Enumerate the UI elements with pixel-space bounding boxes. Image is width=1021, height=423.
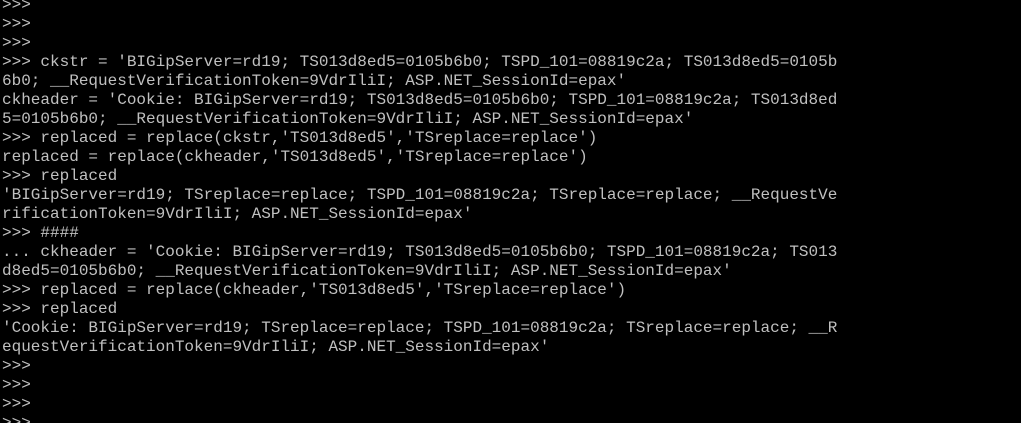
console-line: 'Cookie: BIGipServer=rd19; TSreplace=rep… (2, 319, 838, 337)
console-line: 'BIGipServer=rd19; TSreplace=replace; TS… (2, 186, 838, 204)
console-line: >>> (2, 395, 31, 413)
prompt-label: >>> (2, 414, 41, 423)
console-line: >>> (2, 34, 31, 52)
console-line: >>> (2, 376, 31, 394)
console-line: equestVerificationToken=9VdrIliI; ASP.NE… (2, 338, 550, 356)
terminal-window[interactable]: >>> >>> >>> >>> ckstr = 'BIGipServer=rd1… (0, 0, 1021, 423)
console-line: d8ed5=0105b6b0; __RequestVerificationTok… (2, 262, 732, 280)
console-line: ... ckheader = 'Cookie: BIGipServer=rd19… (2, 243, 838, 261)
console-line: >>> replaced (2, 167, 118, 185)
input-line[interactable]: >>> (2, 414, 837, 423)
console-line: 6b0; __RequestVerificationToken=9VdrIliI… (2, 72, 627, 90)
console-line: >>> ckstr = 'BIGipServer=rd19; TS013d8ed… (2, 53, 838, 71)
console-output: >>> >>> >>> >>> ckstr = 'BIGipServer=rd1… (2, 0, 837, 423)
console-line: >>> (2, 15, 31, 33)
console-line: >>> replaced = replace(ckstr,'TS013d8ed5… (2, 129, 598, 147)
console-line: >>> (2, 0, 31, 14)
console-line: replaced = replace(ckheader,'TS013d8ed5'… (2, 148, 588, 166)
console-line: ckheader = 'Cookie: BIGipServer=rd19; TS… (2, 91, 838, 109)
console-line: >>> replaced = replace(ckheader,'TS013d8… (2, 281, 627, 299)
console-line: >>> replaced (2, 300, 118, 318)
console-line: 5=0105b6b0; __RequestVerificationToken=9… (2, 110, 694, 128)
console-line: >>> (2, 357, 31, 375)
console-line: >>> #### (2, 224, 79, 242)
console-line: rificationToken=9VdrIliI; ASP.NET_Sessio… (2, 205, 473, 223)
